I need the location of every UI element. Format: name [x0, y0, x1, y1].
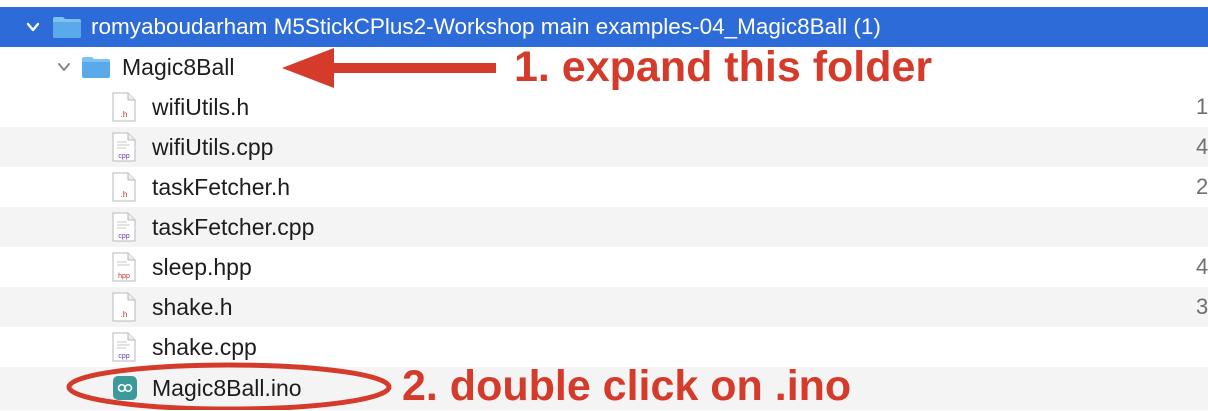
tree-row-root-folder[interactable]: romyaboudarham M5StickCPlus2-Workshop ma… — [0, 7, 1208, 47]
file-size: 4 — [1196, 134, 1208, 159]
h-file-icon: .h — [112, 92, 136, 122]
chevron-down-icon[interactable] — [24, 18, 42, 36]
cpp-file-icon: cpp — [112, 332, 136, 362]
file-name: taskFetcher.cpp — [152, 213, 315, 240]
file-name: sleep.hpp — [152, 253, 252, 280]
file-size: 1 — [1196, 94, 1208, 119]
annotation-step1: 1. expand this folder — [514, 43, 933, 91]
tree-row-file[interactable]: .h wifiUtils.h 1 — [0, 87, 1208, 127]
chevron-down-icon[interactable] — [55, 58, 73, 76]
file-name: wifiUtils.h — [152, 93, 250, 120]
file-name: shake.cpp — [152, 333, 257, 360]
file-size: 2 — [1196, 174, 1208, 199]
tree-row-file[interactable]: hpp sleep.hpp 4 — [0, 247, 1208, 287]
file-badge: .h — [121, 110, 128, 119]
tree-row-file[interactable]: cpp taskFetcher.cpp — [0, 207, 1208, 247]
file-badge: .h — [121, 190, 128, 199]
tree-row-file[interactable]: .h shake.h 3 — [0, 287, 1208, 327]
tree-row-file[interactable]: .h taskFetcher.h 2 — [0, 167, 1208, 207]
file-name: taskFetcher.h — [152, 173, 291, 200]
file-badge: cpp — [118, 153, 129, 160]
annotation-step2: 2. double click on .ino — [402, 362, 852, 410]
cpp-file-icon: cpp — [112, 212, 136, 242]
file-name: Magic8Ball.ino — [152, 375, 302, 401]
arduino-file-icon — [112, 375, 138, 401]
file-name: shake.h — [152, 293, 233, 320]
file-size: 3 — [1196, 294, 1208, 319]
h-file-icon: .h — [112, 292, 136, 322]
folder-icon — [52, 15, 82, 39]
h-file-icon: .h — [112, 172, 136, 202]
cpp-file-icon: cpp — [112, 132, 136, 162]
tree-row-file[interactable]: cpp wifiUtils.cpp 4 — [0, 127, 1208, 167]
folder-name: Magic8Ball — [122, 53, 235, 80]
file-badge: .h — [121, 310, 128, 319]
file-badge: cpp — [118, 233, 129, 240]
file-badge: hpp — [118, 273, 130, 280]
tree-row-file[interactable]: cpp shake.cpp — [0, 327, 1208, 367]
folder-icon — [81, 55, 111, 79]
file-size: 4 — [1196, 254, 1208, 279]
hpp-file-icon: hpp — [112, 252, 136, 282]
file-badge: cpp — [118, 353, 129, 360]
root-folder-name: romyaboudarham M5StickCPlus2-Workshop ma… — [91, 14, 881, 39]
file-name: wifiUtils.cpp — [152, 133, 274, 160]
